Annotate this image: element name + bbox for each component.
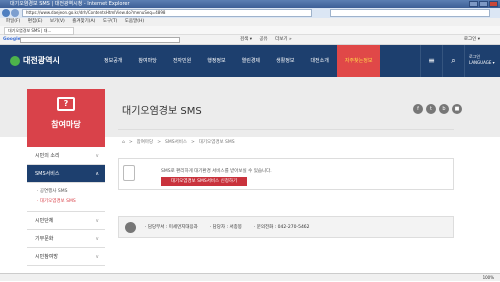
browser-tab[interactable]: 대기오염경보 SMS | 대... [4, 27, 74, 35]
person-icon [125, 222, 136, 233]
sidebar-item-label: 시민단체 [35, 218, 54, 224]
contact-phone: · 문의전화 : 042-270-5462 [253, 225, 310, 230]
forward-icon[interactable] [11, 9, 19, 17]
site-logo-text: 대전광역시 [23, 56, 60, 65]
megaphone-icon [123, 165, 135, 181]
url-input[interactable]: https://www.daejeon.go.kr/drh/ContentsHt… [22, 9, 312, 17]
breadcrumb: ⌂ > 참여마당 > SMS서비스 > 대기오염경보 SMS [122, 139, 235, 146]
search-icon[interactable]: ⌕ [442, 45, 464, 77]
social-share: f t b ■ [413, 104, 462, 114]
sidebar-nav: 시민의 소리 ∨ SMS서비스 ∧ · 공연행사 SMS · 대기오염경보 SM… [27, 147, 105, 266]
home-icon[interactable]: ⌂ [122, 140, 125, 145]
sidebar-hero: ? 참여마당 [27, 89, 105, 147]
breadcrumb-current: 대기오염경보 SMS [198, 140, 235, 145]
menu-tools[interactable]: 도구(T) [103, 19, 118, 24]
city-emblem-icon [10, 55, 20, 66]
divider [118, 129, 454, 130]
language-select[interactable]: LANGUAGE ▾ [469, 60, 496, 66]
sidebar-item-label: SMS서비스 [35, 171, 60, 177]
menu-view[interactable]: 보기(V) [50, 19, 65, 24]
site-logo[interactable]: 대전광역시 [10, 55, 60, 66]
site-header: 대전광역시 정보공개 참여마당 전자민원 행정정보 열린경제 생활정보 대전소개… [0, 45, 500, 77]
sidebar-item-civil-voice[interactable]: 시민의 소리 ∨ [27, 147, 105, 165]
chevron-down-icon: ∨ [95, 153, 99, 159]
close-button[interactable] [489, 1, 498, 7]
facebook-icon[interactable]: f [413, 104, 423, 114]
sidebar-item-civic-groups[interactable]: 시민단체 ∨ [27, 212, 105, 230]
nav-item-info-disclosure[interactable]: 정보공개 [96, 45, 130, 77]
address-bar-row: https://www.daejeon.go.kr/drh/ContentsHt… [0, 8, 500, 18]
nav-item-admin-info[interactable]: 행정정보 [199, 45, 233, 77]
menu-help[interactable]: 도움말(H) [125, 19, 144, 24]
google-login-button[interactable]: 로그인 ▾ [464, 35, 480, 45]
sms-description: SMS로 편리하게 대기환경 서비스를 받아보실 수 있습니다. [161, 169, 272, 174]
submenu-item-air-pollution-sms[interactable]: · 대기오염경보 SMS [37, 197, 95, 207]
tab-bar: 대기오염경보 SMS | 대... [0, 26, 500, 35]
nav-item-economy[interactable]: 열린경제 [234, 45, 268, 77]
window-controls [469, 1, 498, 7]
main-nav: 정보공개 참여마당 전자민원 행정정보 열린경제 생활정보 대전소개 자주찾는정… [96, 45, 381, 77]
nav-item-faq-info[interactable]: 자주찾는정보 [336, 45, 381, 77]
window-title: 대기오염경보 SMS | 대전광역시청 - Internet Explorer [10, 1, 130, 7]
sidebar-item-label: 시민의 소리 [35, 153, 60, 159]
menu-favorites[interactable]: 즐겨찾기(A) [72, 19, 95, 24]
status-bar: 100% [0, 273, 500, 281]
chevron-down-icon: ∨ [95, 236, 99, 242]
back-icon[interactable] [2, 9, 10, 17]
sms-info-box: SMS로 편리하게 대기환경 서비스를 받아보실 수 있습니다. 대기오염경보 … [118, 158, 454, 190]
header-utility: ≡ ⌕ 로그인 LANGUAGE ▾ [420, 45, 500, 77]
breadcrumb-sep: > [128, 139, 133, 145]
sidebar-item-donation[interactable]: 기부문화 ∨ [27, 230, 105, 248]
contact-info: · 담당부서 : 미세먼지대응과 · 담당자 : 서종봉 · 문의전화 : 04… [118, 216, 454, 238]
contact-dept: · 담당부서 : 미세먼지대응과 [145, 225, 198, 230]
google-more-button[interactable]: 더보기 » [275, 37, 292, 42]
nav-item-civil-service[interactable]: 전자민원 [165, 45, 199, 77]
twitter-icon[interactable]: t [426, 104, 436, 114]
sidebar-item-label: 기부문화 [35, 236, 54, 242]
submenu-item-performance-sms[interactable]: · 공연행사 SMS [37, 187, 95, 197]
sidebar-item-sms-service[interactable]: SMS서비스 ∧ [27, 165, 105, 183]
contact-person: · 담당자 : 서종봉 [209, 225, 242, 230]
maximize-button[interactable] [479, 1, 488, 7]
login-language-box[interactable]: 로그인 LANGUAGE ▾ [464, 45, 500, 77]
browser-titlebar: 대기오염경보 SMS | 대전광역시청 - Internet Explorer [0, 0, 500, 8]
google-logo: Google [3, 37, 21, 42]
google-share-button[interactable]: 공유 [259, 37, 267, 42]
chevron-down-icon: ∨ [95, 254, 99, 260]
print-icon[interactable]: ■ [452, 104, 462, 114]
blog-icon[interactable]: b [439, 104, 449, 114]
nav-item-participation[interactable]: 참여마당 [130, 45, 164, 77]
google-search-button[interactable]: 검색 ▾ [240, 37, 252, 42]
minimize-button[interactable] [469, 1, 478, 7]
menu-bar: 파일(F) 편집(E) 보기(V) 즐겨찾기(A) 도구(T) 도움말(H) [0, 18, 500, 26]
breadcrumb-sms-service[interactable]: SMS서비스 [165, 139, 187, 145]
nav-item-about-daejeon[interactable]: 대전소개 [302, 45, 336, 77]
breadcrumb-sep: > [157, 139, 161, 145]
menu-file[interactable]: 파일(F) [6, 19, 20, 24]
nav-item-life-info[interactable]: 생활정보 [268, 45, 302, 77]
browser-search-input[interactable] [330, 9, 490, 17]
google-toolbar: Google 검색 ▾ 공유 더보기 » 로그인 ▾ [0, 35, 500, 45]
breadcrumb-sep: > [191, 139, 195, 145]
question-bubble-icon: ? [57, 97, 75, 111]
page-title: 대기오염경보 SMS [122, 106, 202, 117]
breadcrumb-participation[interactable]: 참여마당 [137, 139, 154, 145]
sidebar-item-label: 시민참여방 [35, 254, 59, 260]
sidebar-submenu: · 공연행사 SMS · 대기오염경보 SMS [27, 183, 105, 212]
menu-icon[interactable]: ≡ [420, 45, 442, 77]
chevron-up-icon: ∧ [95, 171, 99, 177]
sidebar-item-citizen-room[interactable]: 시민참여방 ∨ [27, 248, 105, 266]
menu-edit[interactable]: 편집(E) [28, 19, 43, 24]
google-search-input[interactable] [20, 37, 180, 43]
chevron-down-icon: ∨ [95, 218, 99, 224]
sidebar-hero-title: 참여마당 [51, 120, 81, 129]
sms-subscribe-button[interactable]: 대기오염경보 SMS서비스 신청하기 [161, 177, 247, 186]
